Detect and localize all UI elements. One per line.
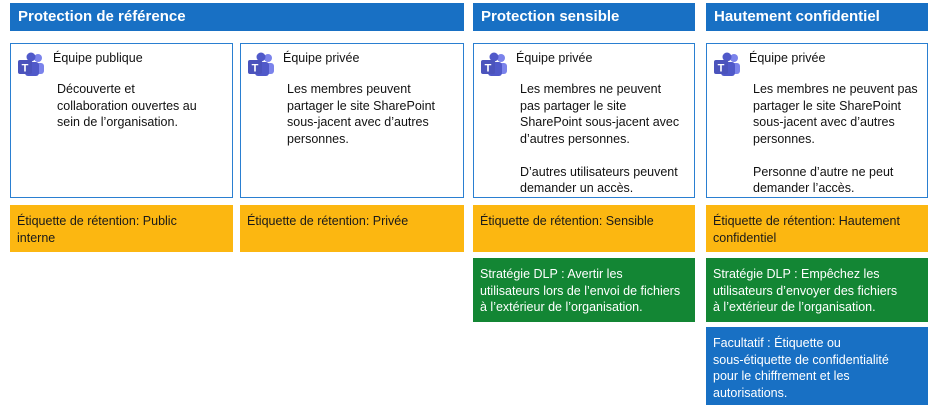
svg-text:T: T (485, 63, 492, 75)
card-title: Équipe privée (516, 51, 593, 65)
header-protection-reference: Protection de référence (10, 3, 464, 31)
svg-text:T: T (22, 63, 29, 75)
card-title: Équipe publique (53, 51, 143, 65)
microsoft-teams-icon: T (714, 52, 740, 76)
header-hautement-confidentiel: Hautement confidentiel (706, 3, 928, 31)
microsoft-teams-icon: T (18, 52, 44, 76)
card-equipe-privee-confidentiel: T Équipe privée Les membres ne peuvent p… (706, 43, 928, 198)
dlp-policy-warn: Stratégie DLP : Avertir les utilisateurs… (473, 258, 695, 322)
retention-label-privee: Étiquette de rétention: Privée (240, 205, 464, 252)
dlp-policy-block: Stratégie DLP : Empêchez les utilisateur… (706, 258, 928, 322)
card-description: Les membres peuvent partager le site Sha… (287, 82, 436, 146)
header-protection-sensible: Protection sensible (473, 3, 695, 31)
svg-text:T: T (718, 63, 725, 75)
card-title: Équipe privée (283, 51, 360, 65)
retention-label-sensible: Étiquette de rétention: Sensible (473, 205, 695, 252)
card-description: Les membres ne peuvent pas partager le s… (520, 82, 680, 195)
card-title: Équipe privée (749, 51, 826, 65)
retention-label-public: Étiquette de rétention: Public interne (10, 205, 233, 252)
retention-label-confidentiel: Étiquette de rétention: Hautement confid… (706, 205, 928, 252)
svg-text:T: T (252, 63, 259, 75)
card-equipe-privee-sensible: T Équipe privée Les membres ne peuvent p… (473, 43, 695, 198)
card-equipe-publique: T Équipe publique Découverte et collabor… (10, 43, 233, 198)
optional-sensitivity-label: Facultatif : Étiquette ou sous-étiquette… (706, 327, 928, 405)
card-description: Les membres ne peuvent pas partager le s… (753, 82, 918, 195)
card-description: Découverte et collaboration ouvertes au … (57, 82, 197, 129)
microsoft-teams-icon: T (248, 52, 274, 76)
microsoft-teams-icon: T (481, 52, 507, 76)
card-equipe-privee-reference: T Équipe privée Les membres peuvent part… (240, 43, 464, 198)
